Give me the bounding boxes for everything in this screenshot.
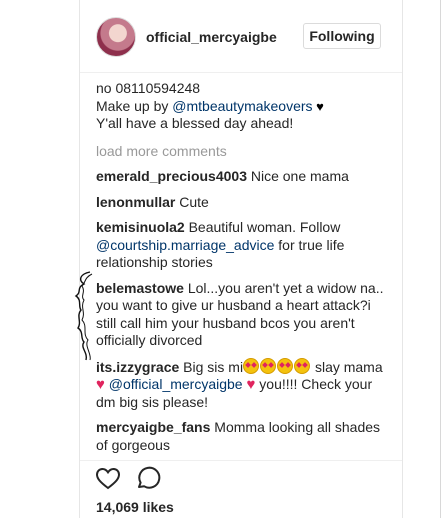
heart-eyes-emoji-icon bbox=[294, 357, 311, 374]
comment-item: mercyaigbe_fans Momma looking all shades… bbox=[96, 419, 388, 454]
caption-line-blessing: Y'all have a blessed day ahead! bbox=[96, 115, 294, 131]
comment-username[interactable]: belemastowe bbox=[96, 280, 184, 296]
page-divider bbox=[440, 0, 441, 518]
comment-text: Nice one mama bbox=[246, 168, 349, 184]
post-header: official_mercyaigbe Following bbox=[80, 0, 402, 73]
post-comments-area: no 08110594248 Make up by @mtbeautymakeo… bbox=[96, 80, 388, 454]
comment-text: Cute bbox=[175, 193, 209, 210]
following-button[interactable]: Following bbox=[303, 23, 381, 49]
comment-item: its.izzygrace Big sis mi slay mama ♥ @of… bbox=[96, 357, 388, 412]
caption-heart-text: ♥ bbox=[312, 98, 324, 114]
heart-eyes-emoji-icon bbox=[260, 357, 277, 374]
comment-text: Beautiful woman. Follow bbox=[184, 219, 341, 235]
mention-link[interactable]: @mtbeautymakeovers bbox=[172, 98, 312, 114]
avatar[interactable] bbox=[96, 17, 136, 57]
scribble-annotation bbox=[74, 271, 93, 361]
likes-count[interactable]: 14,069 likes bbox=[96, 499, 174, 515]
comment-item: lenonmullar Cute bbox=[96, 194, 388, 212]
caption-makeup-prefix: Make up by bbox=[96, 97, 173, 114]
comment-username[interactable]: lenonmullar bbox=[96, 194, 175, 210]
comment-username[interactable]: kemisinuola2 bbox=[96, 219, 185, 235]
comment-item: emerald_precious4003 Nice one mama bbox=[96, 168, 388, 186]
heart-eyes-emoji-icon bbox=[243, 357, 260, 374]
mention-link[interactable]: @courtship.marriage_advice bbox=[96, 237, 274, 253]
comment-text-middle: slay mama bbox=[311, 358, 383, 375]
comment-item: kemisinuola2 Beautiful woman. Follow @co… bbox=[96, 219, 388, 272]
load-more-comments-link[interactable]: load more comments bbox=[96, 143, 388, 161]
comment-username[interactable]: its.izzygrace bbox=[96, 359, 179, 375]
mention-link[interactable]: @official_mercyaigbe bbox=[109, 376, 243, 392]
heart-outline-icon[interactable] bbox=[95, 466, 121, 492]
speech-bubble-icon[interactable] bbox=[135, 466, 161, 492]
post-card: official_mercyaigbe Following no 0811059… bbox=[79, 0, 403, 518]
caption-line-makeup: Make up by @mtbeautymakeovers ♥ bbox=[96, 98, 388, 116]
heart-eyes-emoji-icon bbox=[277, 357, 294, 374]
red-heart-icon: ♥ bbox=[96, 376, 105, 393]
post-author-username[interactable]: official_mercyaigbe bbox=[146, 29, 277, 45]
comment-username[interactable]: mercyaigbe_fans bbox=[96, 419, 210, 435]
comment-username[interactable]: emerald_precious4003 bbox=[96, 168, 247, 184]
comment-text: Big sis mi bbox=[179, 358, 244, 375]
comment-item: belemastowe Lol...you aren't yet a widow… bbox=[96, 280, 388, 350]
post-actions-bar bbox=[80, 460, 402, 491]
caption-line-phone: no 08110594248 bbox=[96, 80, 201, 96]
